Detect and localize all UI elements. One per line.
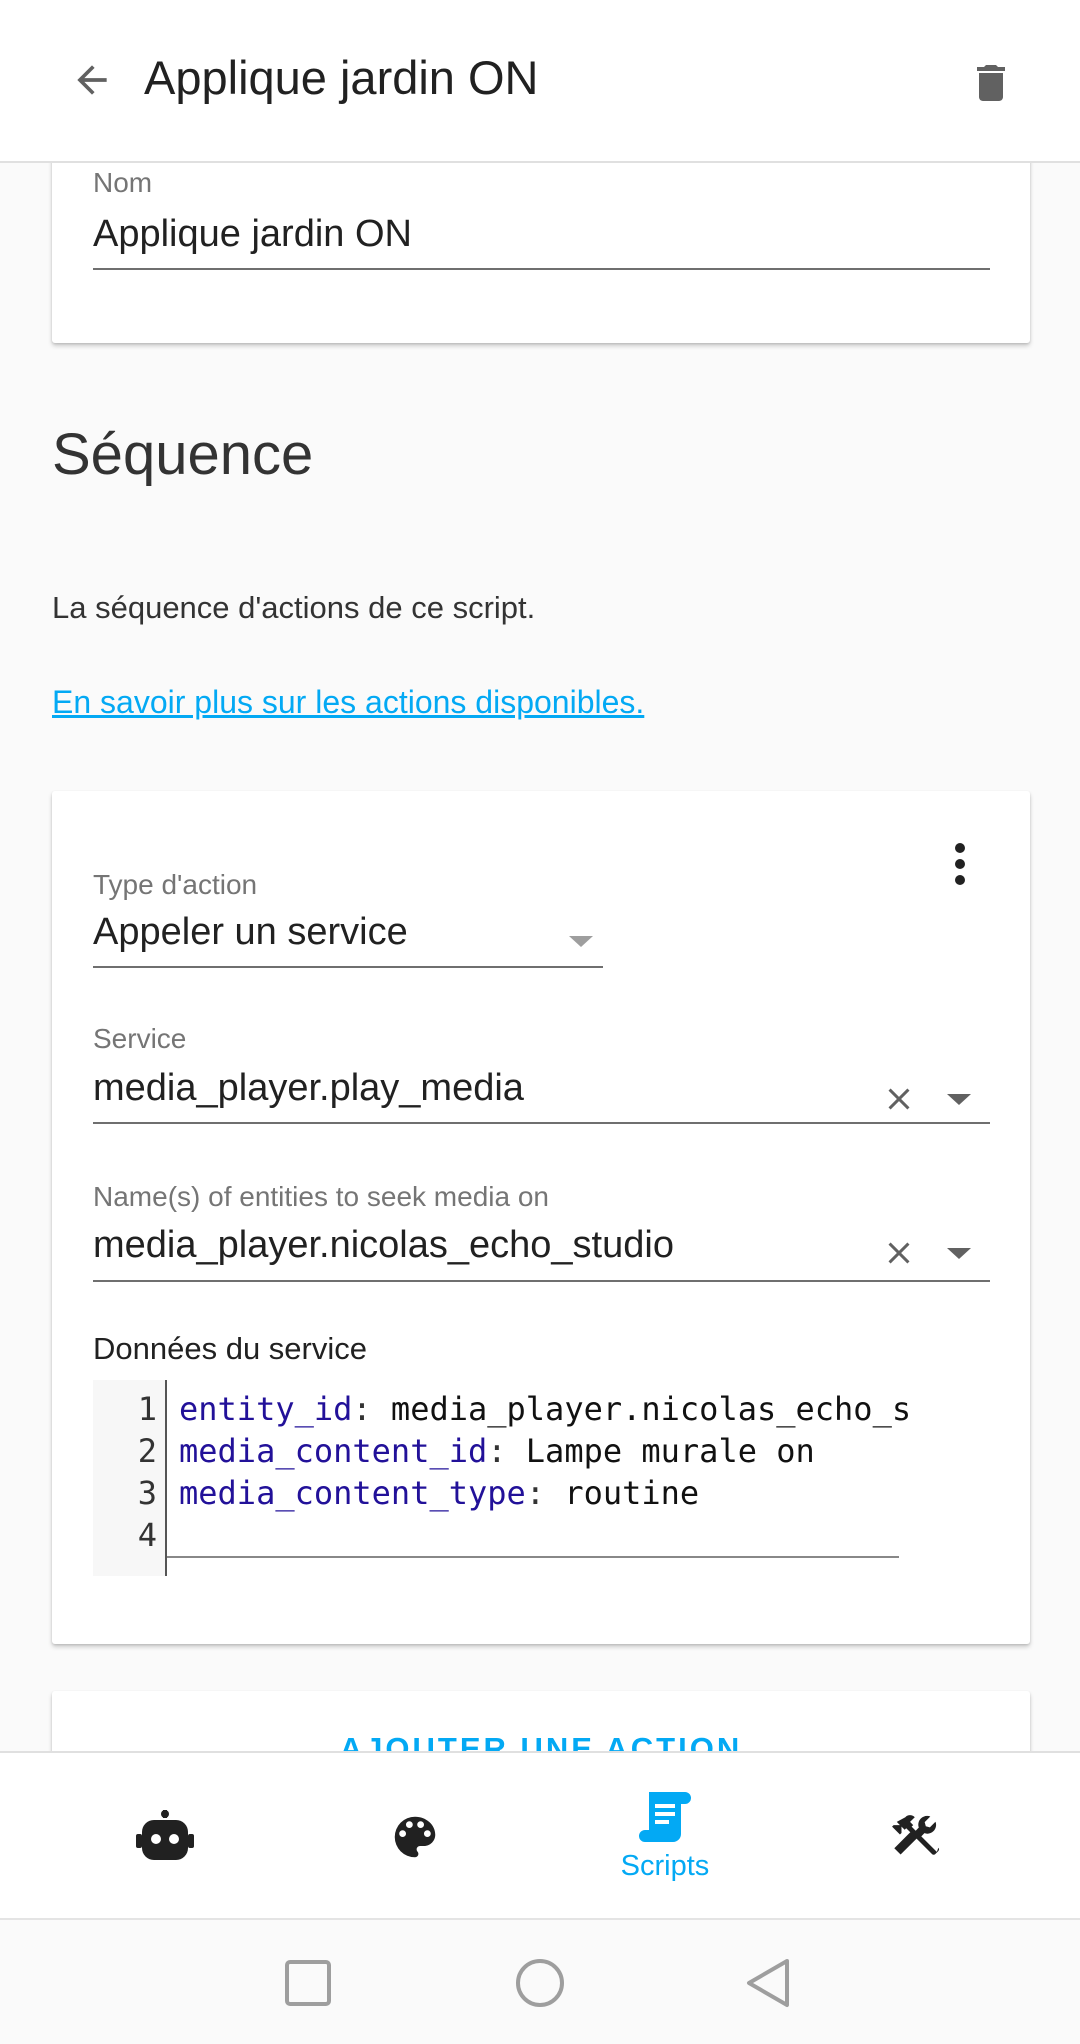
actions-help-link[interactable]: En savoir plus sur les actions disponibl… xyxy=(52,684,644,721)
nav-item-scenes[interactable] xyxy=(290,1753,540,1920)
entities-input[interactable]: media_player.nicolas_echo_studio xyxy=(93,1224,674,1267)
bottom-navigation: Scripts xyxy=(0,1751,1080,1918)
trash-icon xyxy=(977,65,1005,101)
yaml-value: media_player.nicolas_echo_s xyxy=(390,1390,912,1428)
more-options-button[interactable] xyxy=(942,836,978,892)
yaml-key: media_content_id xyxy=(179,1432,488,1470)
code-line: entity_id: media_player.nicolas_echo_s xyxy=(179,1390,912,1428)
yaml-value: routine xyxy=(564,1474,700,1512)
action-type-select[interactable]: Appeler un service xyxy=(93,911,408,954)
line-number: 1 xyxy=(137,1390,157,1428)
entities-label: Name(s) of entities to seek media on xyxy=(93,1181,549,1212)
page-title: Applique jardin ON xyxy=(144,51,539,104)
add-action-card: AJOUTER UNE ACTION xyxy=(52,1691,1030,1751)
delete-button[interactable] xyxy=(960,52,1022,114)
nav-item-label: Scripts xyxy=(620,1850,710,1882)
code-line: media_content_type: routine xyxy=(179,1474,700,1512)
palette-icon xyxy=(394,1816,436,1857)
recents-button[interactable] xyxy=(273,1948,343,2018)
yaml-key: media_content_type xyxy=(179,1474,526,1512)
sequence-title: Séquence xyxy=(52,422,314,487)
editor-content[interactable]: Nom Applique jardin ON Séquence La séque… xyxy=(0,163,1080,1751)
home-button[interactable] xyxy=(505,1948,575,2018)
line-number: 2 xyxy=(137,1432,157,1470)
action-type-underline xyxy=(93,966,603,968)
entities-underline xyxy=(93,1280,990,1282)
chevron-down-icon[interactable] xyxy=(947,1094,971,1105)
square-icon xyxy=(285,1960,331,2006)
action-type-label: Type d'action xyxy=(93,869,258,900)
nav-item-scripts[interactable]: Scripts xyxy=(540,1753,790,1920)
tools-icon xyxy=(892,1814,940,1855)
line-number: 3 xyxy=(137,1474,157,1512)
script-icon xyxy=(639,1792,691,1842)
service-data-label: Données du service xyxy=(93,1331,367,1366)
back-button[interactable] xyxy=(62,44,122,116)
yaml-value: Lampe murale on xyxy=(525,1432,815,1470)
code-gutter: 1 2 3 4 xyxy=(93,1380,167,1576)
arrow-left-icon xyxy=(77,65,107,95)
nav-item-automations[interactable] xyxy=(40,1753,290,1920)
code-active-line xyxy=(167,1556,899,1558)
more-vertical-icon xyxy=(955,843,965,885)
sequence-description: La séquence d'actions de ce script. xyxy=(52,590,536,625)
clear-icon[interactable] xyxy=(881,1235,917,1271)
robot-icon xyxy=(136,1809,194,1860)
code-lines[interactable]: entity_id: media_player.nicolas_echo_s m… xyxy=(179,1388,999,1556)
app-root: Applique jardin ON Nom Applique jardin O… xyxy=(0,0,1080,2044)
yaml-code-editor[interactable]: 1 2 3 4 entity_id: media_player.nicolas_… xyxy=(93,1380,989,1576)
name-input[interactable]: Applique jardin ON xyxy=(93,213,412,256)
name-label: Nom xyxy=(93,167,153,198)
chevron-down-icon[interactable] xyxy=(947,1248,971,1259)
system-navigation-bar xyxy=(0,1918,1080,2044)
triangle-back-icon xyxy=(747,1959,789,2007)
code-line: media_content_id: Lampe murale on xyxy=(179,1432,815,1470)
name-underline xyxy=(93,268,990,270)
nav-item-configuration[interactable] xyxy=(790,1753,1040,1920)
chevron-down-icon[interactable] xyxy=(569,936,593,947)
circle-icon xyxy=(516,1959,564,2007)
clear-icon[interactable] xyxy=(881,1081,917,1117)
back-system-button[interactable] xyxy=(733,1948,803,2018)
service-label: Service xyxy=(93,1023,187,1054)
action-card: Type d'action Appeler un service Service… xyxy=(52,791,1030,1644)
app-header: Applique jardin ON xyxy=(0,0,1080,163)
service-input[interactable]: media_player.play_media xyxy=(93,1067,524,1110)
yaml-key: entity_id xyxy=(179,1390,353,1428)
add-action-button[interactable]: AJOUTER UNE ACTION xyxy=(52,1731,1030,1751)
name-card: Nom Applique jardin ON xyxy=(52,163,1030,343)
service-underline xyxy=(93,1122,990,1124)
line-number: 4 xyxy=(137,1516,157,1554)
